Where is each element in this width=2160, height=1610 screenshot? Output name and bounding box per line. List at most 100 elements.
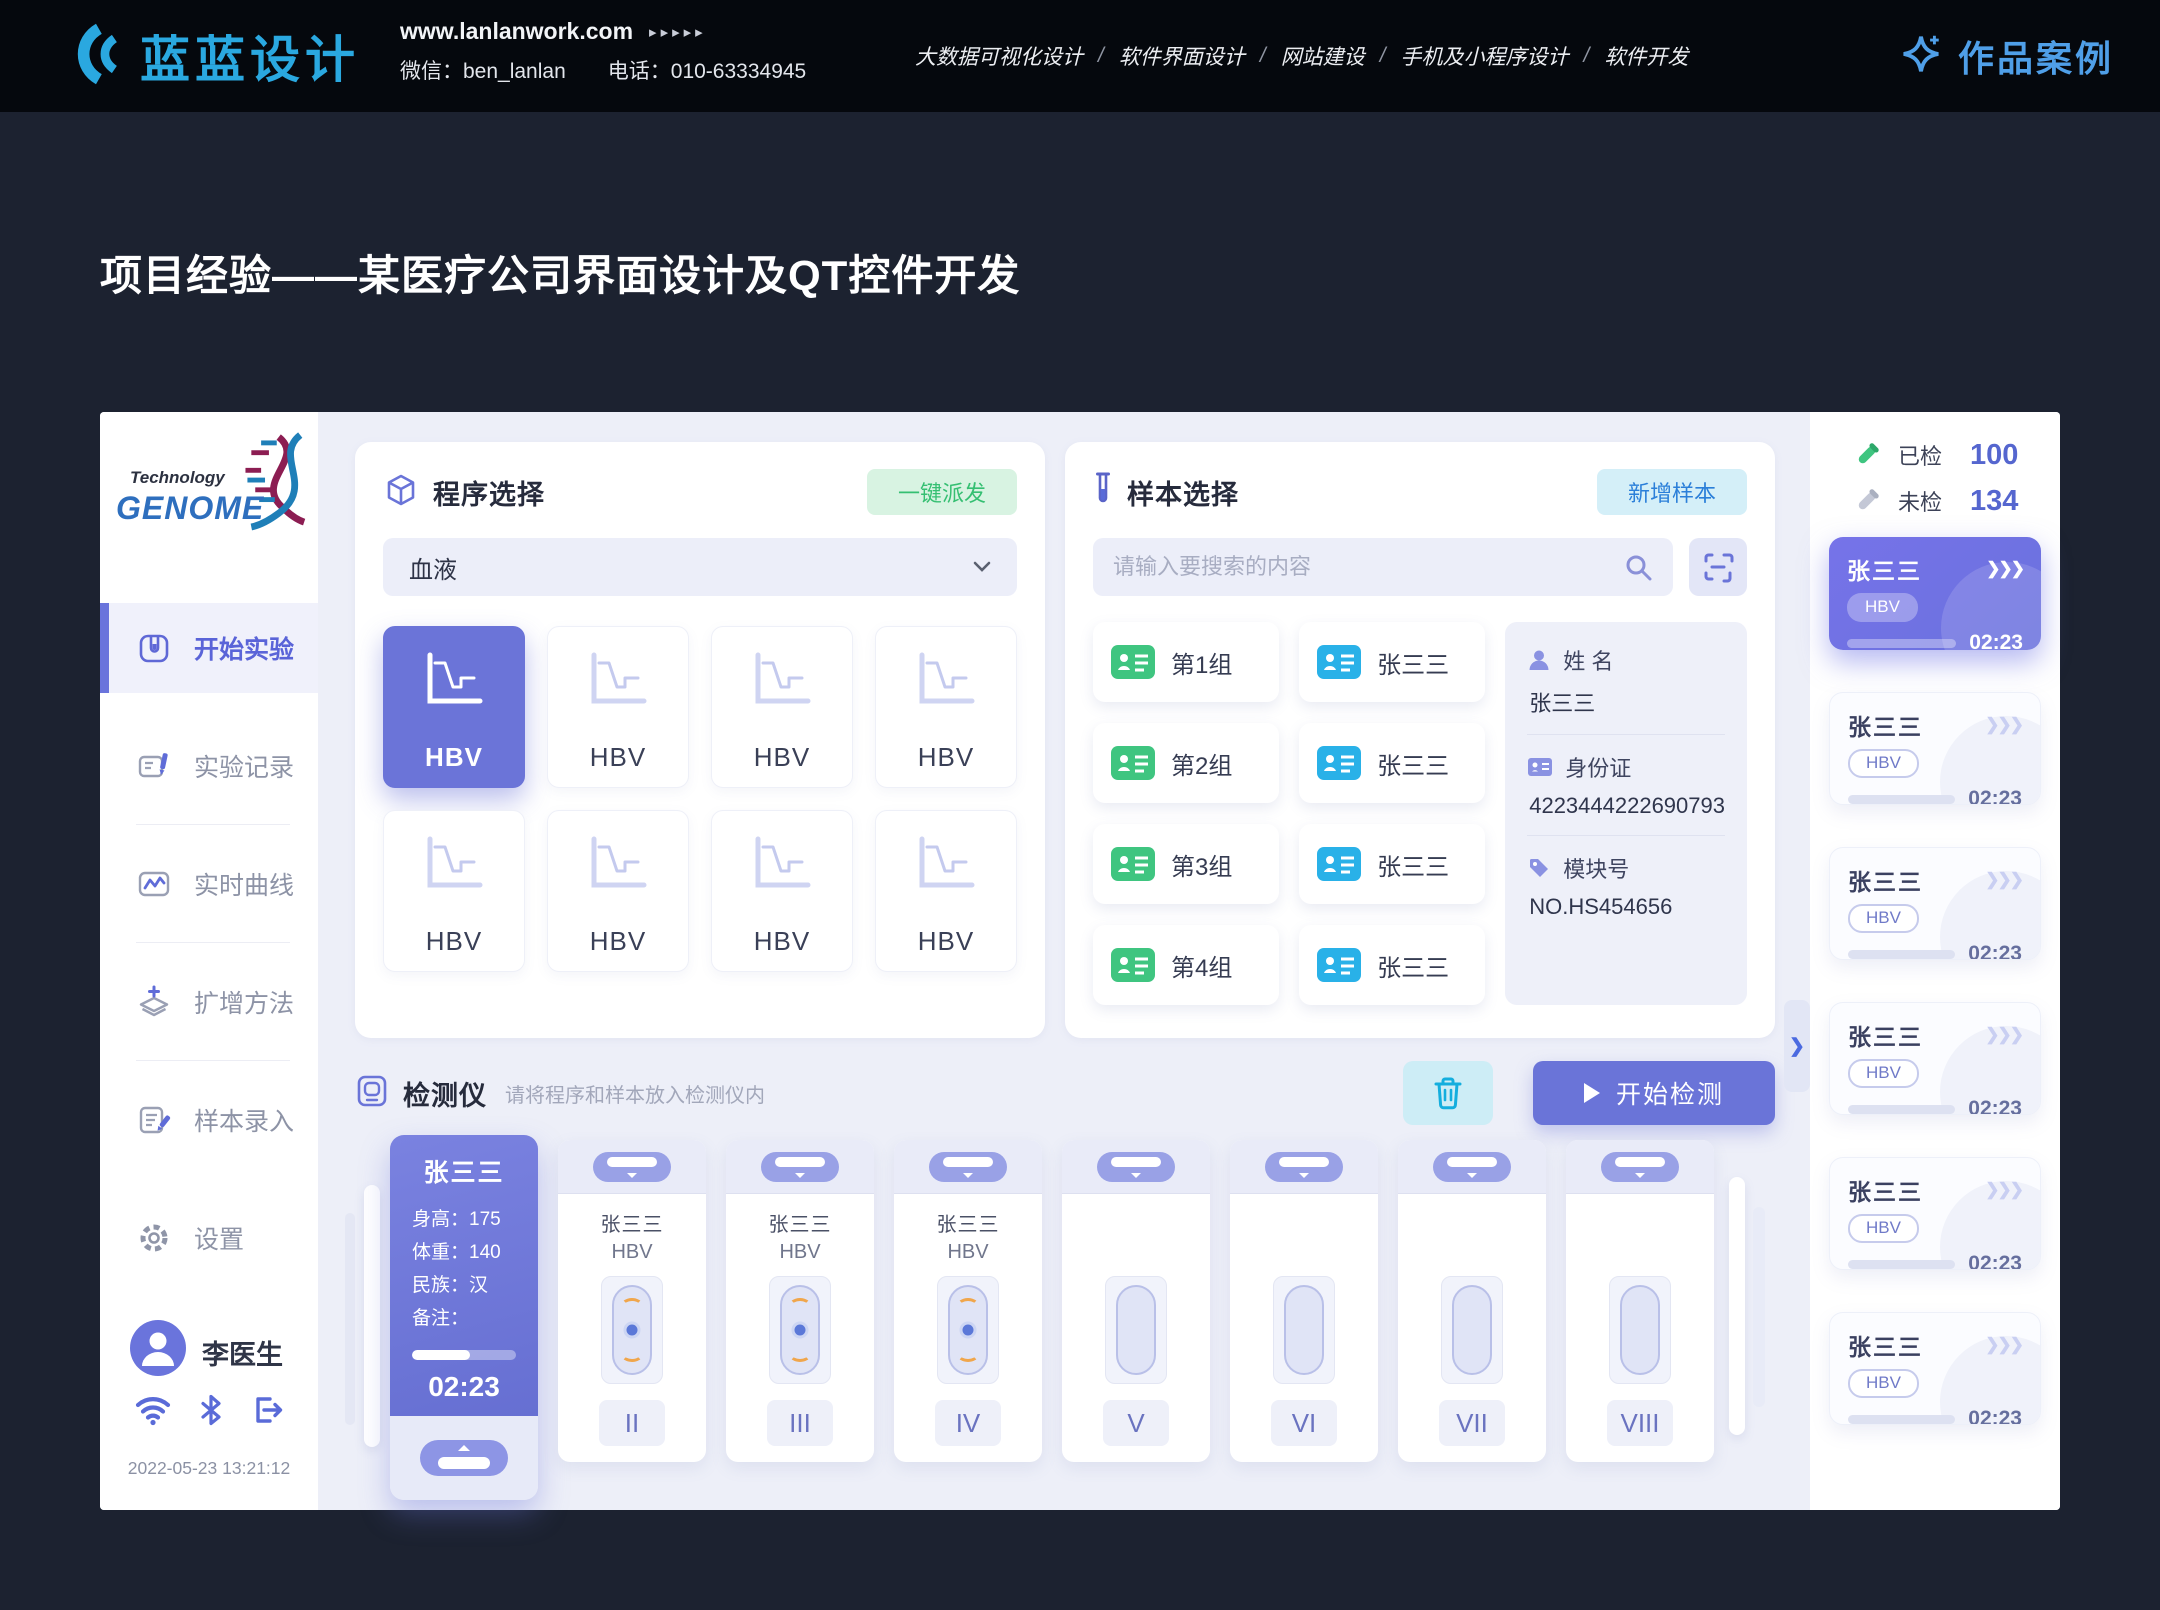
group-item[interactable]: 第1组	[1093, 622, 1279, 702]
program-card-selected[interactable]: HBV	[383, 626, 525, 788]
sidebar-item-realtime-curve[interactable]: 实时曲线	[100, 839, 318, 929]
slot-tab[interactable]	[558, 1140, 706, 1194]
group-item[interactable]: 第4组	[1093, 925, 1279, 1005]
sidebar-item-amplification-method[interactable]: 扩增方法	[100, 957, 318, 1047]
cartridge-empty	[1452, 1285, 1492, 1375]
queue-card[interactable]: 张三三 ❯❯❯ HBV 02:23	[1829, 1312, 2041, 1425]
nav-item-website[interactable]: 网站建设	[1281, 41, 1365, 71]
logout-icon[interactable]	[250, 1394, 284, 1431]
chevrons-icon: ❯❯❯	[1985, 715, 2022, 735]
program-card[interactable]: HBV	[547, 626, 689, 788]
slot-tab[interactable]	[1566, 1140, 1714, 1194]
member-item[interactable]: 张三三	[1299, 622, 1485, 702]
slot-tab[interactable]	[1062, 1140, 1210, 1194]
expanded-patient-card[interactable]: 张三三 身高：175 体重：140 民族：汉 备注： 02:23	[390, 1135, 538, 1500]
cube-icon	[383, 472, 419, 513]
add-sample-button[interactable]: 新增样本	[1597, 469, 1747, 515]
scan-button[interactable]	[1689, 538, 1747, 596]
detector-slot-empty[interactable]: VI	[1230, 1140, 1378, 1462]
drag-handle[interactable]	[593, 1152, 671, 1182]
sidebar-item-sample-entry[interactable]: 样本录入	[100, 1075, 318, 1165]
drag-handle[interactable]	[1601, 1152, 1679, 1182]
detector-slot[interactable]: 张三三 HBV III	[726, 1140, 874, 1462]
drag-handle[interactable]	[929, 1152, 1007, 1182]
program-card[interactable]: HBV	[711, 626, 853, 788]
tube-checked-icon	[1852, 440, 1882, 470]
detector-slot-empty[interactable]: VIII	[1566, 1140, 1714, 1462]
wifi-icon[interactable]	[134, 1394, 172, 1431]
website-link[interactable]: www.lanlanwork.com	[400, 18, 633, 45]
program-card[interactable]: HBV	[875, 810, 1017, 972]
id-value: 4223444222690793	[1529, 793, 1725, 819]
curve-icon	[750, 651, 814, 709]
detector-slot[interactable]: 张三三 HBV IV	[894, 1140, 1042, 1462]
slot-tab[interactable]	[1398, 1140, 1546, 1194]
field-value: 汉	[469, 1275, 488, 1296]
detector-slot-empty[interactable]: V	[1062, 1140, 1210, 1462]
sidebar-item-experiment-records[interactable]: 实验记录	[100, 721, 318, 811]
user-block[interactable]: 李医生	[100, 1320, 318, 1380]
slot-tab[interactable]	[1230, 1140, 1378, 1194]
drag-handle[interactable]	[420, 1440, 508, 1476]
chevron-right-icon: ❯	[1789, 1035, 1805, 1058]
search-input[interactable]	[1113, 554, 1611, 580]
curve-icon	[586, 835, 650, 893]
detector-slot[interactable]: 张三三 HBV II	[558, 1140, 706, 1462]
curve-icon	[422, 835, 486, 893]
logo-technology-text: Technology	[130, 468, 225, 488]
play-icon	[1584, 1083, 1600, 1103]
program-card[interactable]: HBV	[383, 810, 525, 972]
doctor-name: 李医生	[202, 1333, 283, 1372]
queue-card[interactable]: 张三三 ❯❯❯ HBV 02:23	[1829, 1002, 2041, 1115]
progress-bar	[1848, 1415, 1955, 1424]
drag-handle[interactable]	[1265, 1152, 1343, 1182]
group-item[interactable]: 第3组	[1093, 824, 1279, 904]
queue-card[interactable]: 张三三 ❯❯❯ HBV 02:23	[1829, 692, 2041, 805]
page-title: 项目经验——某医疗公司界面设计及QT控件开发	[100, 242, 1020, 303]
brand: 蓝蓝设计	[64, 0, 360, 112]
test-type-badge: HBV	[1848, 749, 1919, 778]
nav-item-bigdata[interactable]: 大数据可视化设计	[915, 41, 1083, 71]
sidebar-item-label: 设置	[194, 1220, 244, 1256]
chevrons-icon: ❯❯❯	[1985, 1180, 2022, 1200]
drag-handle[interactable]	[1433, 1152, 1511, 1182]
bluetooth-icon[interactable]	[199, 1394, 223, 1431]
nav-item-dev[interactable]: 软件开发	[1604, 41, 1688, 71]
connection-icons	[100, 1394, 318, 1431]
panel-title: 程序选择	[433, 473, 545, 512]
program-card[interactable]: HBV	[547, 810, 689, 972]
cartridge-bay	[1273, 1276, 1335, 1384]
field-value: 140	[469, 1242, 501, 1263]
program-card[interactable]: HBV	[875, 626, 1017, 788]
doctor-avatar	[130, 1320, 186, 1376]
one-key-dispatch-button[interactable]: 一键派发	[867, 469, 1017, 515]
queue-card-active[interactable]: 张三三 ❯❯❯ HBV 02:23	[1829, 537, 2041, 650]
nav-item-mobile[interactable]: 手机及小程序设计	[1401, 41, 1569, 71]
countdown-time: 02:23	[1968, 787, 2022, 805]
clear-button[interactable]	[1403, 1061, 1493, 1125]
portfolio-link[interactable]: 作品案例	[1898, 0, 2114, 112]
nav-item-software-ui[interactable]: 软件界面设计	[1119, 41, 1245, 71]
collapse-panel-button[interactable]: ❯	[1784, 1000, 1810, 1092]
sidebar-item-settings[interactable]: 设置	[100, 1193, 318, 1283]
test-type-badge: HBV	[1848, 1059, 1919, 1088]
nav-separator: /	[1584, 44, 1590, 68]
member-item[interactable]: 张三三	[1299, 824, 1485, 904]
group-item[interactable]: 第2组	[1093, 723, 1279, 803]
member-item[interactable]: 张三三	[1299, 925, 1485, 1005]
queue-card[interactable]: 张三三 ❯❯❯ HBV 02:23	[1829, 1157, 2041, 1270]
member-item[interactable]: 张三三	[1299, 723, 1485, 803]
drag-handle[interactable]	[761, 1152, 839, 1182]
program-card[interactable]: HBV	[711, 810, 853, 972]
name-value: 张三三	[1529, 686, 1725, 718]
drag-handle[interactable]	[1097, 1152, 1175, 1182]
program-type-dropdown[interactable]: 血液	[383, 538, 1017, 596]
queue-card[interactable]: 张三三 ❯❯❯ HBV 02:23	[1829, 847, 2041, 960]
search-icon[interactable]	[1623, 552, 1653, 582]
sidebar-item-start-experiment[interactable]: 开始实验	[100, 603, 318, 693]
countdown-time: 02:23	[1968, 1252, 2022, 1270]
detector-slot-empty[interactable]: VII	[1398, 1140, 1546, 1462]
start-detection-button[interactable]: 开始检测	[1533, 1061, 1775, 1125]
slot-tab[interactable]	[726, 1140, 874, 1194]
slot-tab[interactable]	[894, 1140, 1042, 1194]
